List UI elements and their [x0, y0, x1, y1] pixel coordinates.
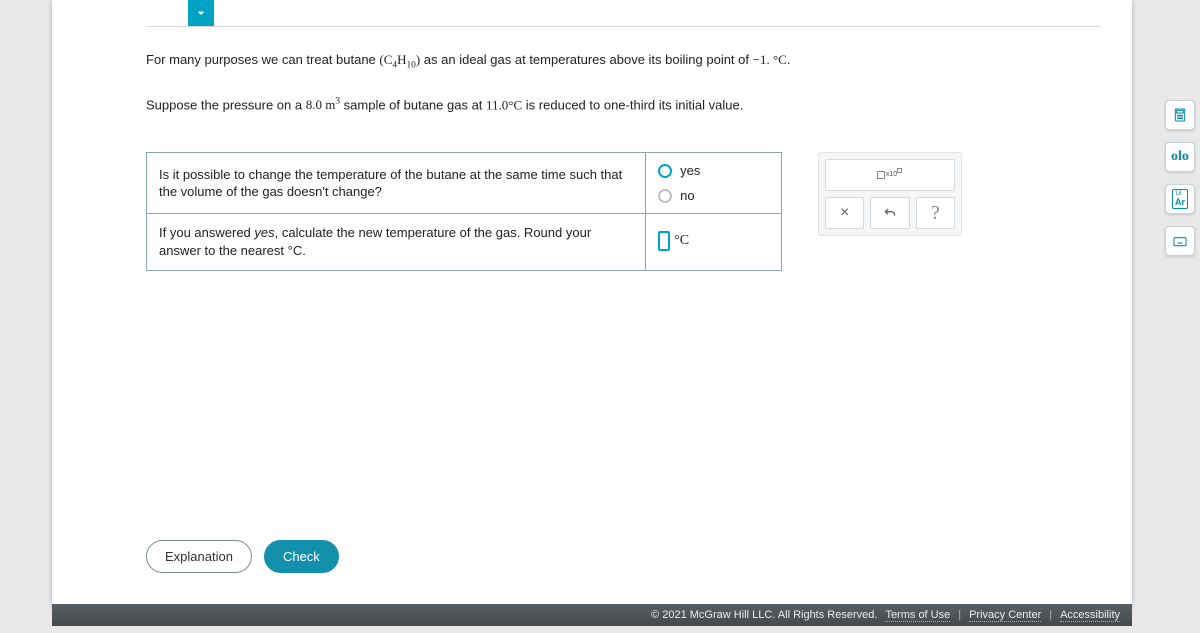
question-area: Is it possible to change the temperature…	[146, 152, 1100, 270]
q2-prompt: If you answered yes, calculate the new t…	[147, 214, 646, 270]
table-row: If you answered yes, calculate the new t…	[147, 214, 782, 270]
keyboard-icon	[1172, 233, 1188, 249]
radio-label: no	[680, 188, 694, 203]
question-mark-icon: ?	[931, 202, 940, 225]
element-icon: 18 Ar	[1172, 189, 1188, 209]
text: Suppose the pressure on a	[146, 97, 306, 112]
calculator-tool-button[interactable]	[1165, 100, 1195, 130]
chemical-formula: (C4H10)	[379, 52, 420, 67]
undo-icon	[882, 205, 898, 221]
radio-icon	[658, 189, 672, 203]
clear-button[interactable]: ×	[825, 197, 864, 229]
tools-sidebar: olo 18 Ar	[1160, 100, 1200, 256]
explanation-button[interactable]: Explanation	[146, 540, 252, 573]
scientific-notation-icon: x10	[877, 171, 903, 179]
text: For many purposes we can treat butane	[146, 52, 379, 67]
temperature-value: 11.0°C	[486, 97, 522, 112]
answer-toolbox: x10 × ?	[818, 152, 962, 236]
q2-answer-cell: °C	[646, 214, 782, 270]
page-frame: For many purposes we can treat butane (C…	[52, 0, 1132, 605]
close-icon: ×	[840, 204, 849, 222]
problem-line-2: Suppose the pressure on a 8.0 m3 sample …	[146, 95, 1100, 115]
calculator-icon	[1172, 107, 1188, 123]
radio-yes[interactable]: yes	[658, 163, 769, 178]
problem-line-1: For many purposes we can treat butane (C…	[146, 50, 1100, 73]
bottom-bar: Explanation Check	[146, 540, 1100, 573]
privacy-link[interactable]: Privacy Center	[969, 609, 1041, 622]
text: is reduced to one-third its initial valu…	[526, 97, 744, 112]
data-icon: olo	[1171, 149, 1189, 165]
periodic-table-button[interactable]: 18 Ar	[1165, 184, 1195, 214]
scientific-notation-button[interactable]: x10	[825, 159, 955, 191]
q1-answer-cell: yes no	[646, 153, 782, 214]
text: sample of butane gas at	[344, 97, 486, 112]
copyright-text: © 2021 McGraw Hill LLC. All Rights Reser…	[651, 609, 877, 621]
radio-label: yes	[680, 163, 700, 178]
temperature-input[interactable]: °C	[658, 231, 689, 251]
volume-value: 8.0 m3	[306, 97, 340, 112]
check-button[interactable]: Check	[264, 540, 339, 573]
radio-no[interactable]: no	[658, 188, 769, 203]
boiling-point: −1. °C	[753, 52, 787, 67]
table-row: Is it possible to change the temperature…	[147, 153, 782, 214]
q1-prompt: Is it possible to change the temperature…	[147, 153, 646, 214]
problem-content: For many purposes we can treat butane (C…	[146, 50, 1100, 271]
footer: © 2021 McGraw Hill LLC. All Rights Reser…	[52, 604, 1132, 626]
chevron-down-icon	[193, 5, 209, 21]
collapse-section-button[interactable]	[188, 0, 214, 26]
unit-label: °C	[674, 233, 689, 249]
help-button[interactable]: ?	[916, 197, 955, 229]
keyboard-tool-button[interactable]	[1165, 226, 1195, 256]
undo-button[interactable]	[870, 197, 909, 229]
accessibility-link[interactable]: Accessibility	[1060, 609, 1120, 622]
text: as an ideal gas at temperatures above it…	[424, 52, 753, 67]
terms-link[interactable]: Terms of Use	[885, 609, 950, 622]
question-table: Is it possible to change the temperature…	[146, 152, 782, 270]
data-tool-button[interactable]: olo	[1165, 142, 1195, 172]
radio-icon	[658, 164, 672, 178]
input-box-icon	[658, 231, 670, 251]
divider	[146, 26, 1100, 27]
